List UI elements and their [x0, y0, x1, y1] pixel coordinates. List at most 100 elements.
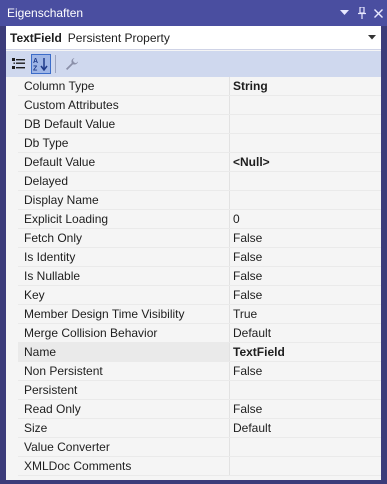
property-name[interactable]: Name — [18, 343, 229, 362]
row-gutter — [6, 191, 18, 210]
property-row[interactable]: Member Design Time Visibility True — [6, 305, 381, 324]
property-value[interactable] — [230, 172, 381, 191]
toolbar-separator — [55, 55, 56, 73]
property-row[interactable]: Is Nullable False — [6, 267, 381, 286]
row-gutter — [6, 229, 18, 248]
property-row[interactable]: Fetch Only False — [6, 229, 381, 248]
row-gutter — [6, 115, 18, 134]
property-row[interactable]: Size Default — [6, 419, 381, 438]
window-title: Eigenschaften — [7, 6, 84, 20]
property-name[interactable]: Explicit Loading — [18, 210, 229, 229]
property-value[interactable]: False — [230, 229, 381, 248]
property-row[interactable]: Value Converter — [6, 438, 381, 457]
property-row[interactable]: Persistent — [6, 381, 381, 400]
property-name[interactable]: DB Default Value — [18, 115, 229, 134]
property-value[interactable]: <Null> — [230, 153, 381, 172]
row-gutter — [6, 286, 18, 305]
pin-icon[interactable] — [353, 2, 370, 24]
property-row[interactable]: Default Value <Null> — [6, 153, 381, 172]
property-row[interactable]: Merge Collision Behavior Default — [6, 324, 381, 343]
property-row[interactable]: DB Default Value — [6, 115, 381, 134]
property-row[interactable]: Delayed — [6, 172, 381, 191]
property-value[interactable]: False — [230, 248, 381, 267]
property-name[interactable]: Non Persistent — [18, 362, 229, 381]
row-gutter — [6, 172, 18, 191]
property-name[interactable]: Fetch Only — [18, 229, 229, 248]
property-name[interactable]: Custom Attributes — [18, 96, 229, 115]
property-name[interactable]: Is Identity — [18, 248, 229, 267]
property-name[interactable]: Read Only — [18, 400, 229, 419]
property-name[interactable]: Db Type — [18, 134, 229, 153]
row-gutter — [6, 305, 18, 324]
row-gutter — [6, 438, 18, 457]
property-value[interactable]: Default — [230, 419, 381, 438]
object-selector[interactable]: TextField Persistent Property — [6, 26, 381, 50]
property-grid: Column Type String Custom Attributes DB Def… — [6, 77, 381, 480]
property-name[interactable]: XMLDoc Comments — [18, 457, 229, 476]
chevron-down-icon[interactable] — [365, 31, 379, 45]
property-value[interactable] — [230, 115, 381, 134]
property-value[interactable]: TextField — [230, 343, 381, 362]
categorized-icon[interactable] — [9, 54, 29, 74]
row-gutter — [6, 343, 18, 362]
alphabetical-sort-icon[interactable]: A Z — [31, 54, 51, 74]
properties-panel: TextField Persistent Property A Z Column… — [6, 26, 381, 480]
row-gutter — [6, 96, 18, 115]
properties-window: Eigenschaften TextField Persistent Prope… — [0, 0, 387, 484]
properties-toolbar: A Z — [6, 51, 381, 77]
property-name[interactable]: Display Name — [18, 191, 229, 210]
property-name[interactable]: Key — [18, 286, 229, 305]
property-row[interactable]: Name TextField — [6, 343, 381, 362]
property-name[interactable]: Size — [18, 419, 229, 438]
property-value[interactable]: 0 — [230, 210, 381, 229]
svg-text:A: A — [33, 58, 38, 65]
row-gutter — [6, 381, 18, 400]
property-name[interactable]: Value Converter — [18, 438, 229, 457]
property-value[interactable]: False — [230, 400, 381, 419]
property-name[interactable]: Is Nullable — [18, 267, 229, 286]
property-row[interactable]: Is Identity False — [6, 248, 381, 267]
property-name[interactable]: Column Type — [18, 77, 229, 96]
property-row[interactable]: XMLDoc Comments — [6, 457, 381, 476]
row-gutter — [6, 419, 18, 438]
row-gutter — [6, 153, 18, 172]
property-value[interactable] — [230, 438, 381, 457]
property-value[interactable] — [230, 191, 381, 210]
property-name[interactable]: Member Design Time Visibility — [18, 305, 229, 324]
close-icon[interactable] — [370, 2, 387, 24]
property-name[interactable]: Merge Collision Behavior — [18, 324, 229, 343]
property-row[interactable]: Non Persistent False — [6, 362, 381, 381]
property-row[interactable]: Display Name — [6, 191, 381, 210]
property-value[interactable] — [230, 134, 381, 153]
property-row[interactable]: Db Type — [6, 134, 381, 153]
property-name[interactable]: Default Value — [18, 153, 229, 172]
property-row[interactable]: Column Type String — [6, 77, 381, 96]
window-position-dropdown-icon[interactable] — [336, 2, 353, 24]
title-bar[interactable]: Eigenschaften — [0, 0, 387, 26]
property-value[interactable]: False — [230, 286, 381, 305]
property-value[interactable] — [230, 457, 381, 476]
property-row[interactable]: Key False — [6, 286, 381, 305]
row-gutter — [6, 267, 18, 286]
property-row[interactable]: Explicit Loading 0 — [6, 210, 381, 229]
property-value[interactable] — [230, 96, 381, 115]
property-row[interactable]: Custom Attributes — [6, 96, 381, 115]
property-value[interactable]: True — [230, 305, 381, 324]
object-type: Persistent Property — [67, 30, 170, 45]
svg-text:Z: Z — [33, 66, 38, 72]
object-name: TextField — [10, 30, 62, 45]
property-value[interactable]: Default — [230, 324, 381, 343]
wrench-icon[interactable] — [62, 54, 82, 74]
property-value[interactable]: False — [230, 362, 381, 381]
property-name[interactable]: Persistent — [18, 381, 229, 400]
row-gutter — [6, 77, 18, 96]
row-separator — [18, 475, 381, 476]
property-value[interactable] — [230, 381, 381, 400]
row-gutter — [6, 210, 18, 229]
property-name[interactable]: Delayed — [18, 172, 229, 191]
row-gutter — [6, 324, 18, 343]
property-value[interactable]: String — [230, 77, 381, 96]
row-gutter — [6, 457, 18, 476]
property-value[interactable]: False — [230, 267, 381, 286]
property-row[interactable]: Read Only False — [6, 400, 381, 419]
